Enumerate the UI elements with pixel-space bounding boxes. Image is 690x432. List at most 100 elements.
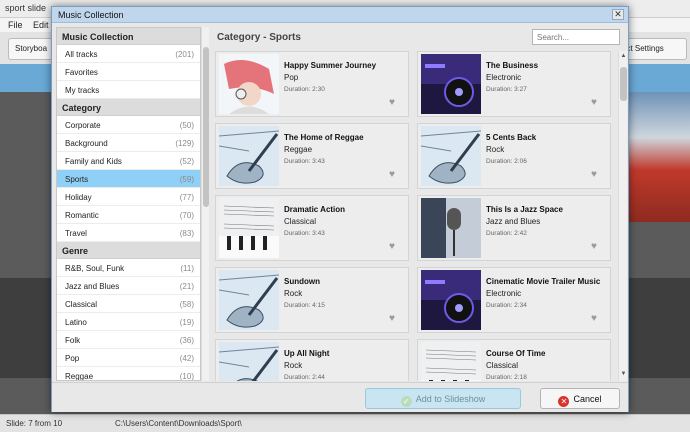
search-input[interactable] [532, 29, 620, 45]
guitar-sketch-thumbnail [420, 126, 482, 186]
track-duration: Duration: 3:43 [284, 230, 325, 237]
sidebar-item[interactable]: My tracks [57, 81, 200, 99]
guitar-sketch-thumbnail [218, 270, 280, 330]
track-title: Dramatic Action [284, 205, 346, 214]
dialog-footer: ✓ Add to Slideshow ✕ Cancel [52, 382, 628, 412]
add-to-slideshow-button[interactable]: ✓ Add to Slideshow [365, 388, 521, 409]
heart-icon[interactable]: ♥ [389, 242, 399, 252]
track-card[interactable]: The Home of Reggae Reggae Duration: 3:43 ♥ [215, 123, 409, 189]
sidebar-item[interactable]: Latino (19) [57, 313, 200, 331]
cancel-button[interactable]: ✕ Cancel [540, 388, 620, 409]
sidebar-item-label: Sports [65, 175, 89, 184]
track-card[interactable]: Up All NightRockDuration: 2:44♥ [215, 339, 409, 381]
track-card[interactable]: Cinematic Movie Trailer Music Electronic D… [417, 267, 611, 333]
heart-icon[interactable]: ♥ [591, 242, 601, 252]
track-card[interactable]: The Business Electronic Duration: 3:27 ♥ [417, 51, 611, 117]
sidebar-item-label: Folk [65, 336, 81, 345]
sidebar: Music Collection All tracks (201) Favorites… [56, 27, 201, 381]
sidebar-item-count: (129) [175, 139, 194, 148]
sidebar-item[interactable]: Jazz and Blues (21) [57, 277, 200, 295]
sidebar-item-count: (50) [179, 121, 194, 130]
track-genre: Rock [284, 289, 303, 298]
grid-scrollbar[interactable]: ▲ ▼ [618, 51, 627, 381]
track-genre: Classical [284, 217, 317, 226]
sidebar-item-count: (19) [179, 318, 194, 327]
heart-icon[interactable]: ♥ [591, 98, 601, 108]
sidebar-scroll-thumb[interactable] [203, 47, 209, 207]
sidebar-item-count: (83) [179, 229, 194, 238]
sidebar-item-label: Holiday [65, 193, 92, 202]
sidebar-item-label: Classical [65, 300, 98, 309]
heart-icon[interactable]: ♥ [591, 314, 601, 324]
sidebar-item-count: (21) [179, 282, 194, 291]
track-duration: Duration: 2:42 [486, 230, 527, 237]
app-title: sport slide [5, 3, 47, 13]
sidebar-item-label: Latino [65, 318, 87, 327]
track-grid: Happy Summer Journey Pop Duration: 2:30 ♥ Th… [215, 51, 615, 381]
status-bar: Slide: 7 from 10 C:\Users\Content\Downlo… [0, 414, 690, 432]
sidebar-item-label: Romantic [65, 211, 99, 220]
track-duration: Duration: 4:15 [284, 302, 325, 309]
track-card[interactable]: This Is a Jazz Space Jazz and Blues Durati… [417, 195, 611, 261]
sidebar-item-label: R&B, Soul, Funk [65, 264, 125, 273]
scroll-down-icon[interactable]: ▼ [619, 371, 628, 379]
sidebar-item[interactable]: Classical (58) [57, 295, 200, 313]
grid-scroll-thumb[interactable] [620, 67, 627, 101]
status-path: C:\Users\Content\Downloads\Sport\ [115, 419, 242, 428]
sidebar-item[interactable]: Favorites [57, 63, 200, 81]
sidebar-item-count: (201) [175, 50, 194, 59]
menu-file[interactable]: File [8, 20, 23, 30]
sidebar-item[interactable]: Sports (59) [57, 170, 200, 188]
track-title: The Home of Reggae [284, 133, 364, 142]
heart-icon[interactable]: ♥ [591, 170, 601, 180]
heart-icon[interactable]: ♥ [389, 170, 399, 180]
sidebar-item-label: Reggae [65, 372, 94, 381]
scroll-up-icon[interactable]: ▲ [619, 53, 628, 61]
track-genre: Classical [486, 361, 519, 370]
track-card[interactable]: Course Of TimeClassicalDuration: 2:18♥ [417, 339, 611, 381]
add-to-slideshow-label: Add to Slideshow [415, 394, 486, 404]
checkmark-icon: ✓ [400, 396, 412, 407]
sidebar-item-count: (77) [179, 193, 194, 202]
close-icon[interactable]: ✕ [612, 9, 624, 20]
sidebar-item[interactable]: Reggae (10) [57, 367, 200, 381]
track-genre: Electronic [486, 73, 522, 82]
microphone-thumbnail [421, 198, 481, 258]
track-title: Cinematic Movie Trailer Music [486, 277, 601, 286]
sidebar-item[interactable]: Romantic (70) [57, 206, 200, 224]
track-title: Course Of Time [486, 349, 546, 358]
sheet-music-thumbnail [219, 198, 279, 258]
track-genre: Electronic [486, 289, 522, 298]
sidebar-item[interactable]: R&B, Soul, Funk (11) [57, 259, 200, 277]
sidebar-item[interactable]: All tracks (201) [57, 45, 200, 63]
track-duration: Duration: 3:43 [284, 158, 325, 165]
track-duration: Duration: 3:27 [486, 86, 527, 93]
sidebar-item-label: Pop [65, 354, 80, 363]
sidebar-scrollbar[interactable] [201, 27, 209, 381]
music-collection-dialog: Music Collection ✕ Music Collection All t… [51, 6, 629, 412]
track-title: Happy Summer Journey [284, 61, 377, 70]
track-card[interactable]: Happy Summer Journey Pop Duration: 2:30 ♥ [215, 51, 409, 117]
menu-edit[interactable]: Edit [33, 20, 49, 30]
track-card[interactable]: 5 Cents Back Rock Duration: 2:06 ♥ [417, 123, 611, 189]
cancel-label: Cancel [573, 394, 602, 404]
sidebar-item[interactable]: Holiday (77) [57, 188, 200, 206]
sidebar-item-label: Jazz and Blues [65, 282, 120, 291]
track-duration: Duration: 2:44 [284, 374, 325, 381]
track-card[interactable]: Sundown Rock Duration: 4:15 ♥ [215, 267, 409, 333]
sidebar-item[interactable]: Family and Kids (52) [57, 152, 200, 170]
sidebar-item-label: Travel [65, 229, 87, 238]
track-card[interactable]: Dramatic Action Classical Duration: 3:43 ♥ [215, 195, 409, 261]
sidebar-item[interactable]: Pop (42) [57, 349, 200, 367]
sidebar-item[interactable]: Background (129) [57, 134, 200, 152]
sidebar-item[interactable]: Folk (36) [57, 331, 200, 349]
dialog-title-bar: Music Collection ✕ [52, 7, 628, 23]
sidebar-item-count: (36) [179, 336, 194, 345]
heart-icon[interactable]: ♥ [389, 314, 399, 324]
track-genre: Reggae [284, 145, 313, 154]
heart-icon[interactable]: ♥ [389, 98, 399, 108]
sidebar-item[interactable]: Corporate (50) [57, 116, 200, 134]
sidebar-item[interactable]: Travel (83) [57, 224, 200, 242]
storyboard-button[interactable]: Storyboa [8, 38, 56, 60]
track-duration: Duration: 2:30 [284, 86, 325, 93]
